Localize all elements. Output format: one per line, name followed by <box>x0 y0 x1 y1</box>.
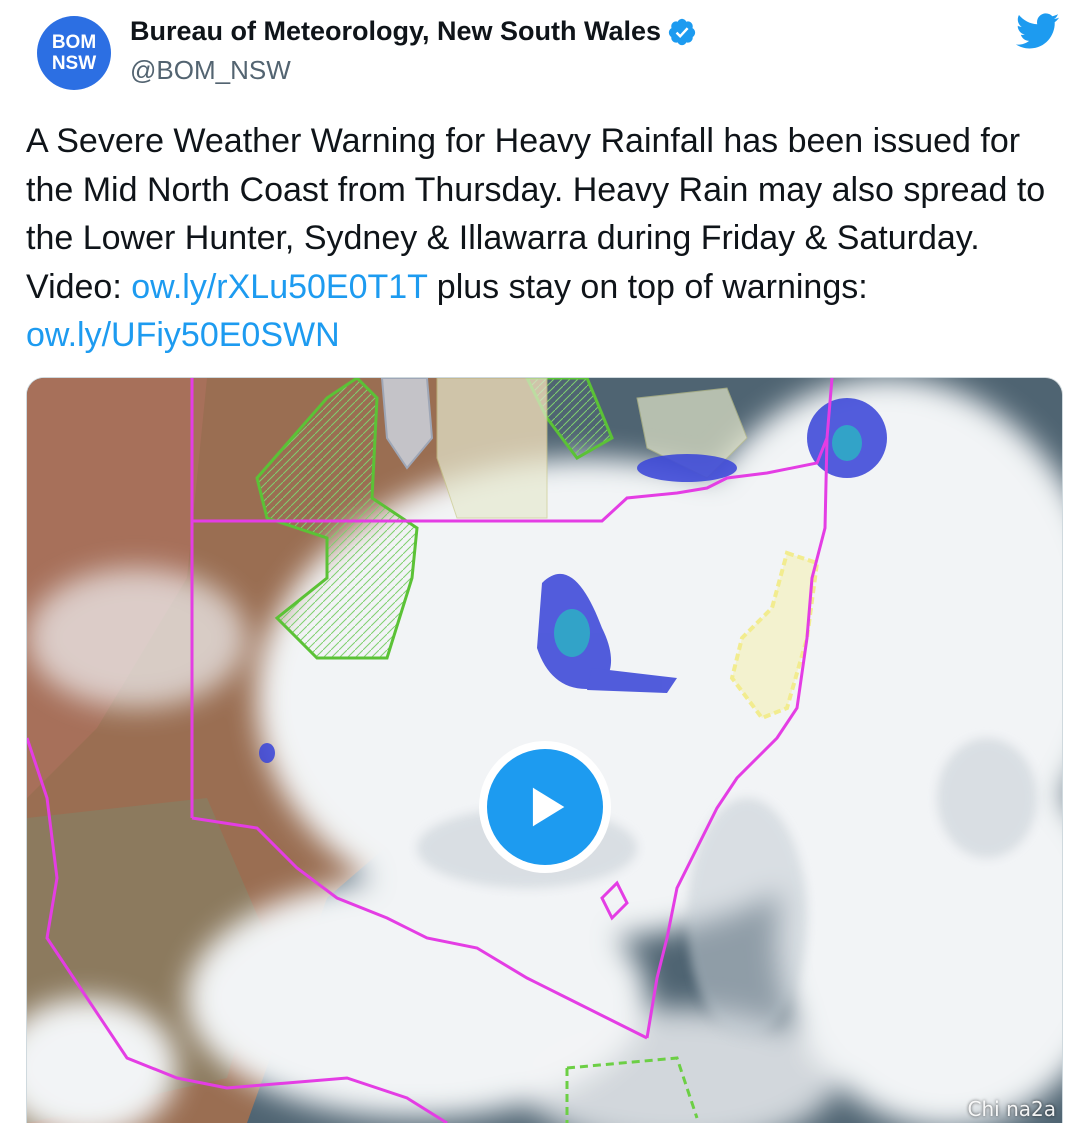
play-button-inner <box>487 749 603 865</box>
play-icon <box>532 787 565 827</box>
warnings-link[interactable]: ow.ly/UFiy50E0SWN <box>26 316 340 354</box>
avatar-text-line1: BOM <box>51 32 97 53</box>
tweet-header: BOM NSW Bureau of Meteorology, New South… <box>0 0 1076 100</box>
tweet-text: A Severe Weather Warning for Heavy Rainf… <box>26 117 1066 360</box>
user-handle[interactable]: @BOM_NSW <box>130 55 291 86</box>
video-media[interactable]: Chi na2a <box>26 377 1063 1123</box>
avatar[interactable]: BOM NSW <box>37 16 111 90</box>
display-name[interactable]: Bureau of Meteorology, New South Wales <box>130 16 661 47</box>
avatar-text-line2: NSW <box>51 53 97 74</box>
display-name-row[interactable]: Bureau of Meteorology, New South Wales <box>130 16 697 47</box>
verified-badge-icon <box>668 18 696 45</box>
video-link[interactable]: ow.ly/rXLu50E0T1T <box>131 268 427 306</box>
play-button[interactable] <box>479 741 611 873</box>
tweet-text-body-continued: plus stay on top of warnings: <box>427 267 868 306</box>
watermark: Chi na2a <box>967 1097 1056 1121</box>
twitter-bird-icon[interactable] <box>1014 12 1060 50</box>
